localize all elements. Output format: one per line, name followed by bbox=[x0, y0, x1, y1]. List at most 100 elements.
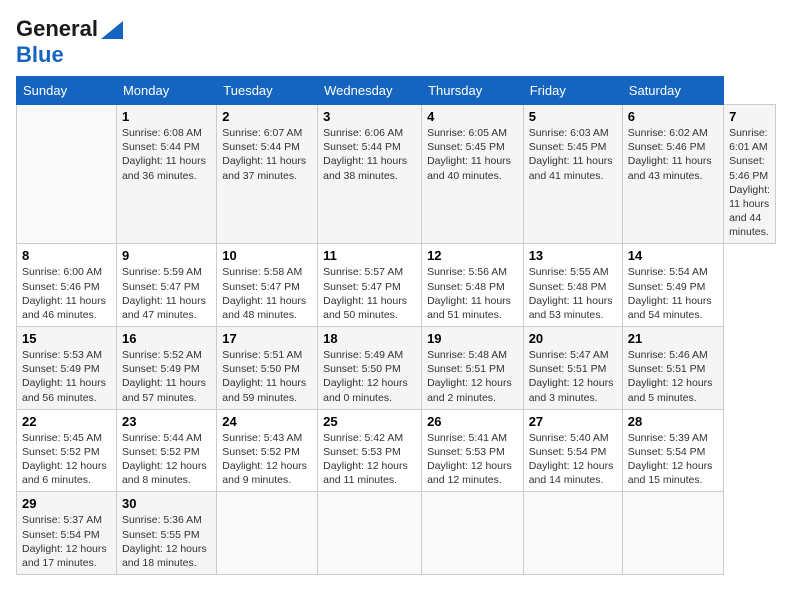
day-number: 30 bbox=[122, 496, 211, 511]
day-number: 11 bbox=[323, 248, 416, 263]
day-cell-12: 12 Sunrise: 5:56 AMSunset: 5:48 PMDayligh… bbox=[422, 244, 524, 327]
day-cell-14: 14 Sunrise: 5:54 AMSunset: 5:49 PMDayligh… bbox=[622, 244, 723, 327]
day-number: 12 bbox=[427, 248, 518, 263]
day-cell-26: 26Sunrise: 5:41 AMSunset: 5:53 PMDayligh… bbox=[422, 409, 524, 492]
day-header-sunday: Sunday bbox=[17, 77, 117, 105]
day-number: 22 bbox=[22, 414, 111, 429]
day-cell-13: 13Sunrise: 5:55 AMSunset: 5:48 PMDayligh… bbox=[523, 244, 622, 327]
day-header-tuesday: Tuesday bbox=[217, 77, 318, 105]
day-cell-27: 27 Sunrise: 5:40 AMSunset: 5:54 PMDayligh… bbox=[523, 409, 622, 492]
day-cell-22: 22Sunrise: 5:45 AMSunset: 5:52 PMDayligh… bbox=[17, 409, 117, 492]
day-info: Sunrise: 5:59 AMSunset: 5:47 PMDaylight:… bbox=[122, 265, 211, 322]
day-number: 24 bbox=[222, 414, 312, 429]
logo-icon bbox=[101, 17, 123, 39]
day-cell-5: 5Sunrise: 6:03 AMSunset: 5:45 PMDaylight… bbox=[523, 105, 622, 244]
day-info: Sunrise: 5:41 AMSunset: 5:53 PMDaylight:… bbox=[427, 431, 518, 488]
day-cell-29: 29 Sunrise: 5:37 AMSunset: 5:54 PMDayligh… bbox=[17, 492, 117, 575]
day-cell-6: 6 Sunrise: 6:02 AMSunset: 5:46 PMDaylight… bbox=[622, 105, 723, 244]
day-number: 28 bbox=[628, 414, 718, 429]
day-info: Sunrise: 5:42 AMSunset: 5:53 PMDaylight:… bbox=[323, 431, 416, 488]
day-cell-17: 17 Sunrise: 5:51 AMSunset: 5:50 PMDayligh… bbox=[217, 327, 318, 410]
day-number: 19 bbox=[427, 331, 518, 346]
day-info: Sunrise: 5:44 AMSunset: 5:52 PMDaylight:… bbox=[122, 431, 211, 488]
day-info: Sunrise: 6:00 AMSunset: 5:46 PMDaylight:… bbox=[22, 265, 111, 322]
day-info: Sunrise: 5:36 AMSunset: 5:55 PMDaylight:… bbox=[122, 513, 211, 570]
day-cell-1: 1Sunrise: 6:08 AMSunset: 5:44 PMDaylight… bbox=[116, 105, 216, 244]
week-row-5: 29 Sunrise: 5:37 AMSunset: 5:54 PMDayligh… bbox=[17, 492, 776, 575]
day-number: 10 bbox=[222, 248, 312, 263]
day-header-saturday: Saturday bbox=[622, 77, 723, 105]
day-cell-9: 9 Sunrise: 5:59 AMSunset: 5:47 PMDaylight… bbox=[116, 244, 216, 327]
day-header-wednesday: Wednesday bbox=[318, 77, 422, 105]
day-info: Sunrise: 6:06 AMSunset: 5:44 PMDaylight:… bbox=[323, 126, 416, 183]
day-info: Sunrise: 5:56 AMSunset: 5:48 PMDaylight:… bbox=[427, 265, 518, 322]
day-number: 17 bbox=[222, 331, 312, 346]
day-cell-30: 30 Sunrise: 5:36 AMSunset: 5:55 PMDayligh… bbox=[116, 492, 216, 575]
day-cell-21: 21Sunrise: 5:46 AMSunset: 5:51 PMDayligh… bbox=[622, 327, 723, 410]
day-number: 13 bbox=[529, 248, 617, 263]
day-headers-row: SundayMondayTuesdayWednesdayThursdayFrid… bbox=[17, 77, 776, 105]
logo-blue-text: Blue bbox=[16, 42, 64, 67]
day-number: 7 bbox=[729, 109, 770, 124]
day-info: Sunrise: 5:57 AMSunset: 5:47 PMDaylight:… bbox=[323, 265, 416, 322]
day-number: 29 bbox=[22, 496, 111, 511]
day-cell-7: 7Sunrise: 6:01 AMSunset: 5:46 PMDaylight… bbox=[724, 105, 776, 244]
day-cell-16: 16 Sunrise: 5:52 AMSunset: 5:49 PMDayligh… bbox=[116, 327, 216, 410]
day-header-friday: Friday bbox=[523, 77, 622, 105]
week-row-4: 22Sunrise: 5:45 AMSunset: 5:52 PMDayligh… bbox=[17, 409, 776, 492]
day-info: Sunrise: 5:51 AMSunset: 5:50 PMDaylight:… bbox=[222, 348, 312, 405]
calendar-table: SundayMondayTuesdayWednesdayThursdayFrid… bbox=[16, 76, 776, 575]
empty-cell bbox=[17, 105, 117, 244]
day-number: 18 bbox=[323, 331, 416, 346]
day-cell-15: 15Sunrise: 5:53 AMSunset: 5:49 PMDayligh… bbox=[17, 327, 117, 410]
logo-general-text: General bbox=[16, 16, 98, 42]
day-number: 27 bbox=[529, 414, 617, 429]
day-cell-2: 2 Sunrise: 6:07 AMSunset: 5:44 PMDaylight… bbox=[217, 105, 318, 244]
day-info: Sunrise: 6:02 AMSunset: 5:46 PMDaylight:… bbox=[628, 126, 718, 183]
day-cell-25: 25 Sunrise: 5:42 AMSunset: 5:53 PMDayligh… bbox=[318, 409, 422, 492]
empty-cell bbox=[523, 492, 622, 575]
day-number: 4 bbox=[427, 109, 518, 124]
page-header: General Blue bbox=[16, 16, 776, 68]
day-cell-19: 19 Sunrise: 5:48 AMSunset: 5:51 PMDayligh… bbox=[422, 327, 524, 410]
day-number: 14 bbox=[628, 248, 718, 263]
day-number: 16 bbox=[122, 331, 211, 346]
day-info: Sunrise: 6:08 AMSunset: 5:44 PMDaylight:… bbox=[122, 126, 211, 183]
week-row-2: 8 Sunrise: 6:00 AMSunset: 5:46 PMDaylight… bbox=[17, 244, 776, 327]
day-cell-28: 28 Sunrise: 5:39 AMSunset: 5:54 PMDayligh… bbox=[622, 409, 723, 492]
day-info: Sunrise: 6:03 AMSunset: 5:45 PMDaylight:… bbox=[529, 126, 617, 183]
day-header-thursday: Thursday bbox=[422, 77, 524, 105]
empty-cell bbox=[622, 492, 723, 575]
day-info: Sunrise: 5:43 AMSunset: 5:52 PMDaylight:… bbox=[222, 431, 312, 488]
day-number: 2 bbox=[222, 109, 312, 124]
day-cell-23: 23Sunrise: 5:44 AMSunset: 5:52 PMDayligh… bbox=[116, 409, 216, 492]
day-number: 3 bbox=[323, 109, 416, 124]
day-number: 6 bbox=[628, 109, 718, 124]
day-info: Sunrise: 5:48 AMSunset: 5:51 PMDaylight:… bbox=[427, 348, 518, 405]
day-number: 8 bbox=[22, 248, 111, 263]
day-cell-18: 18 Sunrise: 5:49 AMSunset: 5:50 PMDayligh… bbox=[318, 327, 422, 410]
day-info: Sunrise: 6:07 AMSunset: 5:44 PMDaylight:… bbox=[222, 126, 312, 183]
day-info: Sunrise: 6:05 AMSunset: 5:45 PMDaylight:… bbox=[427, 126, 518, 183]
empty-cell bbox=[217, 492, 318, 575]
day-info: Sunrise: 5:46 AMSunset: 5:51 PMDaylight:… bbox=[628, 348, 718, 405]
day-info: Sunrise: 5:54 AMSunset: 5:49 PMDaylight:… bbox=[628, 265, 718, 322]
day-info: Sunrise: 5:40 AMSunset: 5:54 PMDaylight:… bbox=[529, 431, 617, 488]
day-info: Sunrise: 5:52 AMSunset: 5:49 PMDaylight:… bbox=[122, 348, 211, 405]
day-info: Sunrise: 5:53 AMSunset: 5:49 PMDaylight:… bbox=[22, 348, 111, 405]
day-info: Sunrise: 5:58 AMSunset: 5:47 PMDaylight:… bbox=[222, 265, 312, 322]
day-cell-11: 11 Sunrise: 5:57 AMSunset: 5:47 PMDayligh… bbox=[318, 244, 422, 327]
empty-cell bbox=[318, 492, 422, 575]
day-cell-8: 8 Sunrise: 6:00 AMSunset: 5:46 PMDaylight… bbox=[17, 244, 117, 327]
day-cell-10: 10 Sunrise: 5:58 AMSunset: 5:47 PMDayligh… bbox=[217, 244, 318, 327]
day-number: 25 bbox=[323, 414, 416, 429]
day-info: Sunrise: 5:37 AMSunset: 5:54 PMDaylight:… bbox=[22, 513, 111, 570]
day-cell-3: 3 Sunrise: 6:06 AMSunset: 5:44 PMDaylight… bbox=[318, 105, 422, 244]
day-cell-4: 4 Sunrise: 6:05 AMSunset: 5:45 PMDaylight… bbox=[422, 105, 524, 244]
week-row-1: 1Sunrise: 6:08 AMSunset: 5:44 PMDaylight… bbox=[17, 105, 776, 244]
empty-cell bbox=[422, 492, 524, 575]
day-info: Sunrise: 5:49 AMSunset: 5:50 PMDaylight:… bbox=[323, 348, 416, 405]
day-header-monday: Monday bbox=[116, 77, 216, 105]
day-info: Sunrise: 5:39 AMSunset: 5:54 PMDaylight:… bbox=[628, 431, 718, 488]
day-number: 9 bbox=[122, 248, 211, 263]
